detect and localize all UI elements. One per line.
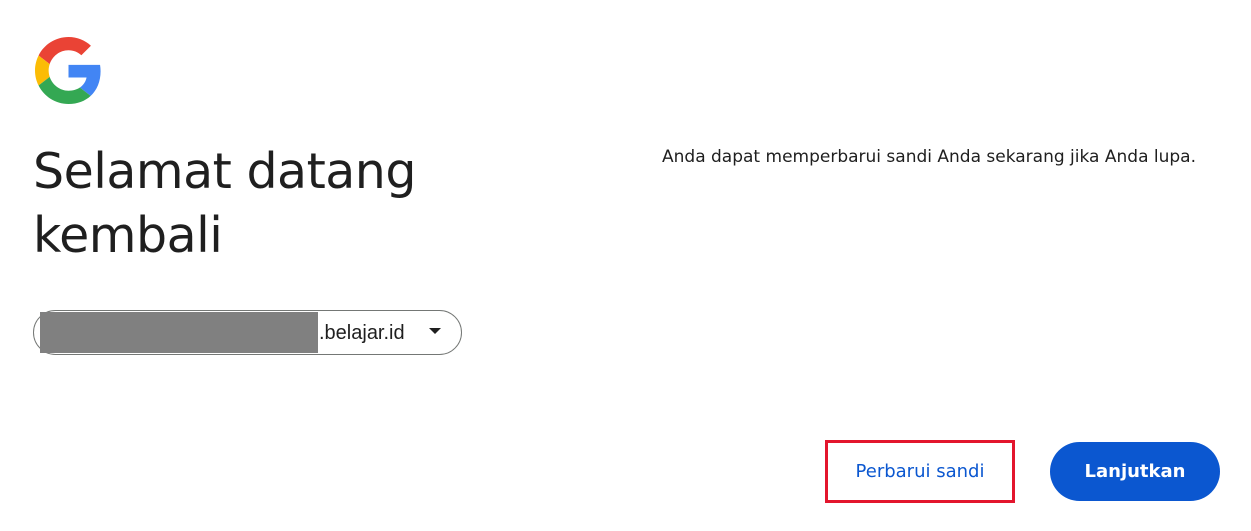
redacted-email xyxy=(40,312,318,353)
update-password-button[interactable]: Perbarui sandi xyxy=(834,449,1006,494)
password-update-info: Anda dapat memperbarui sandi Anda sekara… xyxy=(662,147,1196,167)
account-selector-chip[interactable]: .belajar.id xyxy=(33,310,462,355)
continue-button[interactable]: Lanjutkan xyxy=(1050,442,1220,501)
page-title: Selamat datang kembali xyxy=(33,143,416,264)
google-g-logo-icon xyxy=(35,37,102,104)
account-email-domain: .belajar.id xyxy=(319,322,405,344)
caret-down-icon xyxy=(429,328,441,334)
sign-in-page: Selamat datang kembali .belajar.id Anda … xyxy=(0,0,1251,531)
